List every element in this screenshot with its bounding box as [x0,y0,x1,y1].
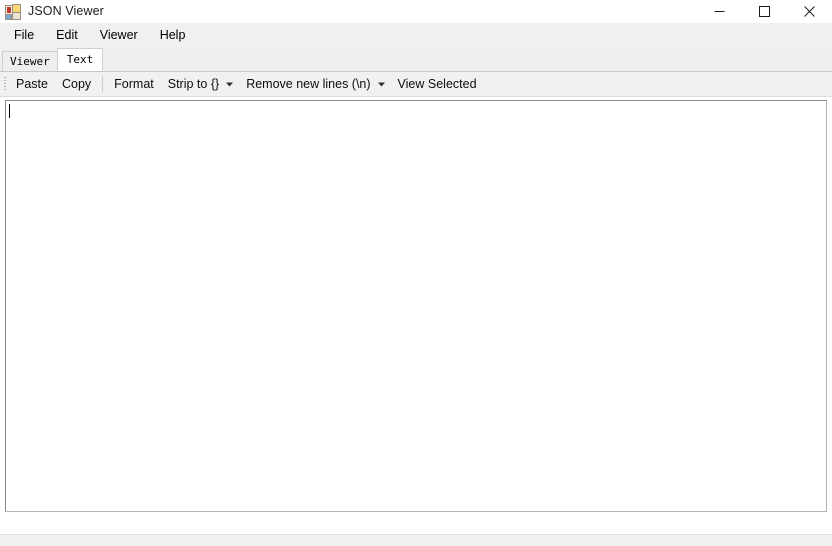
minimize-button[interactable] [697,0,742,23]
format-button[interactable]: Format [107,74,161,95]
view-selected-button[interactable]: View Selected [391,74,484,95]
tab-text[interactable]: Text [56,48,104,71]
menu-item-edit[interactable]: Edit [45,25,89,46]
caption-button-group [697,0,832,23]
close-button[interactable] [787,0,832,23]
app-icon-gray-square [12,11,21,20]
menu-item-help[interactable]: Help [149,25,197,46]
minimize-icon [714,11,725,12]
json-text-input[interactable] [5,100,827,512]
copy-button[interactable]: Copy [55,74,98,95]
text-tab-panel [0,97,832,534]
strip-to-braces-button[interactable]: Strip to {} [161,74,239,95]
drag-grip-icon[interactable] [0,72,9,97]
remove-new-lines-button[interactable]: Remove new lines (\n) [239,74,390,95]
text-caret [9,104,10,118]
menu-bar: File Edit Viewer Help [0,23,832,47]
window-title: JSON Viewer [28,4,104,19]
menu-item-file[interactable]: File [3,25,45,46]
app-icon-red-square [5,4,13,15]
tab-strip: Viewer Text [0,47,832,72]
title-bar[interactable]: JSON Viewer [0,0,832,23]
close-icon [804,6,815,17]
paste-button[interactable]: Paste [9,74,55,95]
status-bar [0,534,832,546]
remove-new-lines-label: Remove new lines (\n) [246,76,371,91]
tab-viewer-label: Viewer [10,55,50,68]
tab-viewer[interactable]: Viewer [2,51,58,71]
strip-to-braces-label: Strip to {} [167,76,220,91]
chevron-down-icon[interactable] [224,78,235,90]
menu-item-viewer[interactable]: Viewer [89,25,149,46]
chevron-down-icon[interactable] [376,78,387,90]
toolbar-separator [102,76,104,92]
json-viewer-window: JSON Viewer File Edit Viewer Help Viewer… [0,0,832,546]
maximize-icon [759,6,770,17]
toolbar: Paste Copy Format Strip to {} Remove new… [0,72,832,97]
app-icon [5,3,21,20]
maximize-button[interactable] [742,0,787,23]
tab-text-label: Text [66,52,94,66]
